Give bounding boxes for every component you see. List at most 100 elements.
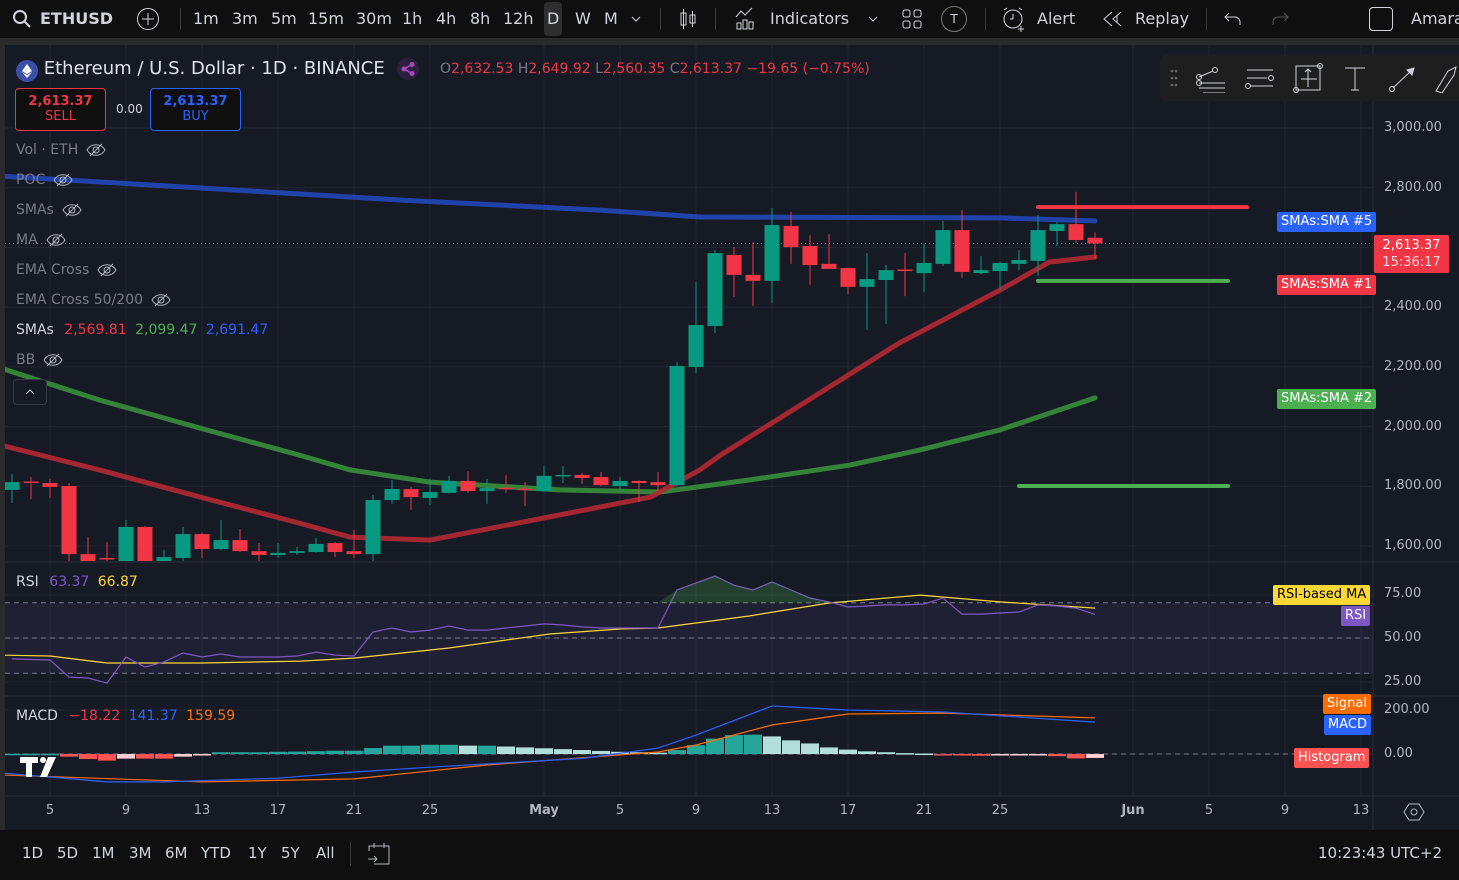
signal-tag: Signal: [1323, 694, 1371, 714]
text-tool-icon[interactable]: [1342, 63, 1368, 93]
candle: [574, 472, 590, 484]
eye-off-icon[interactable]: [53, 173, 73, 187]
price-axis-label: 2,000.00: [1384, 418, 1442, 434]
legend-bb[interactable]: BB: [16, 352, 63, 368]
time-axis-label: 13: [1352, 803, 1370, 818]
candle: [213, 520, 229, 550]
histogram-bar: [554, 749, 572, 754]
range-1d[interactable]: 1D: [22, 844, 43, 862]
sma2-line: [5, 366, 1098, 495]
candle: [1011, 250, 1027, 271]
candle: [23, 477, 39, 500]
rsi-legend[interactable]: RSI 63.37 66.87: [16, 574, 138, 590]
histogram-bar: [459, 745, 477, 754]
time-axis-label: 21: [915, 803, 933, 818]
range-all[interactable]: All: [316, 844, 335, 862]
candle-body: [251, 551, 267, 555]
arrow-tool-icon[interactable]: [1387, 63, 1421, 93]
candle: [745, 242, 761, 306]
symbol-header[interactable]: Ethereum / U.S. Dollar · 1D · BINANCE: [16, 58, 385, 82]
range-1y[interactable]: 1Y: [248, 844, 267, 862]
histogram-bar: [60, 754, 78, 757]
legend-hidden-indicator[interactable]: MA: [16, 232, 66, 248]
candle: [118, 520, 134, 561]
measure-box-icon[interactable]: [1291, 61, 1325, 93]
share-icon[interactable]: [397, 58, 419, 80]
eye-off-icon[interactable]: [97, 263, 117, 277]
calendar-goto-icon[interactable]: [366, 841, 392, 867]
candle-body: [821, 263, 837, 269]
histogram-bar: [212, 752, 230, 754]
candle-body: [669, 365, 685, 486]
legend-hidden-indicator[interactable]: POC: [16, 172, 73, 188]
legend-hidden-indicator[interactable]: SMAs: [16, 202, 82, 218]
histogram-bar: [231, 752, 249, 754]
candle: [1049, 222, 1065, 246]
candle-body: [631, 480, 647, 484]
candle: [536, 466, 552, 492]
histogram-bar: [782, 740, 800, 754]
candle-body: [213, 540, 229, 550]
eye-off-icon[interactable]: [43, 353, 63, 367]
legend-hidden-indicator[interactable]: EMA Cross: [16, 262, 117, 278]
eye-off-icon[interactable]: [151, 293, 171, 307]
range-3m[interactable]: 3M: [129, 844, 152, 862]
price-axis-label: 1,800.00: [1384, 478, 1442, 494]
fib-retracement-icon[interactable]: [1194, 63, 1228, 93]
candle-body: [23, 481, 39, 484]
candle: [270, 543, 286, 558]
histogram-bar: [250, 752, 268, 754]
candle: [137, 526, 153, 561]
candle-body: [650, 482, 666, 486]
range-1m[interactable]: 1M: [92, 844, 115, 862]
parallel-channel-icon[interactable]: [1243, 63, 1277, 93]
macd-legend[interactable]: MACD −18.22 141.37 159.59: [16, 708, 235, 724]
eye-off-icon[interactable]: [62, 203, 82, 217]
buy-button[interactable]: 2,613.37 BUY: [150, 88, 241, 131]
range-5y[interactable]: 5Y: [281, 844, 300, 862]
sma5-line: [5, 173, 1098, 224]
range-ytd[interactable]: YTD: [201, 844, 231, 862]
eye-off-icon[interactable]: [86, 143, 106, 157]
chart-canvas[interactable]: [0, 0, 1459, 880]
candle-body: [726, 254, 742, 275]
candle: [897, 253, 913, 297]
eye-off-icon[interactable]: [46, 233, 66, 247]
legend-smas[interactable]: SMAs 2,569.81 2,099.47 2,691.47: [16, 322, 268, 338]
candle: [460, 471, 476, 493]
histogram-bar: [288, 751, 306, 754]
range-6m[interactable]: 6M: [165, 844, 188, 862]
histogram-bar: [326, 750, 344, 754]
legend-hidden-indicator[interactable]: Vol · ETH: [16, 142, 106, 158]
range-5d[interactable]: 5D: [57, 844, 78, 862]
histogram-bar: [402, 745, 420, 754]
clock-timezone[interactable]: 10:23:43 UTC+2: [1318, 844, 1442, 862]
histogram-bar: [307, 751, 325, 754]
brush-tool-icon[interactable]: [1434, 63, 1459, 93]
candle-body: [498, 487, 514, 490]
candle-body: [783, 225, 799, 248]
settings-gear-icon[interactable]: [1403, 801, 1425, 823]
candle-body: [1011, 259, 1027, 264]
candle: [859, 253, 875, 330]
histogram-bar: [155, 754, 173, 759]
legend-label: EMA Cross: [16, 262, 90, 278]
collapse-legend-button[interactable]: [13, 379, 47, 405]
price-axis-label: 2,400.00: [1384, 299, 1442, 315]
histogram-bar: [1067, 754, 1085, 759]
legend-hidden-indicator[interactable]: EMA Cross 50/200: [16, 292, 171, 308]
rsi-axis-label: 75.00: [1384, 586, 1422, 601]
sell-button[interactable]: 2,613.37 SELL: [15, 88, 106, 131]
candle-body: [384, 489, 400, 501]
candle-body: [536, 475, 552, 492]
histogram-bar: [668, 750, 686, 754]
rsi-axis-label: 25.00: [1384, 674, 1422, 689]
candle-body: [517, 488, 533, 491]
candle: [802, 234, 818, 286]
candle-body: [593, 477, 609, 486]
candle: [840, 267, 856, 295]
candle-body: [859, 279, 875, 287]
time-axis-label: 13: [763, 803, 781, 818]
drag-handle-icon[interactable]: [1170, 69, 1178, 87]
candle-body: [612, 480, 628, 487]
